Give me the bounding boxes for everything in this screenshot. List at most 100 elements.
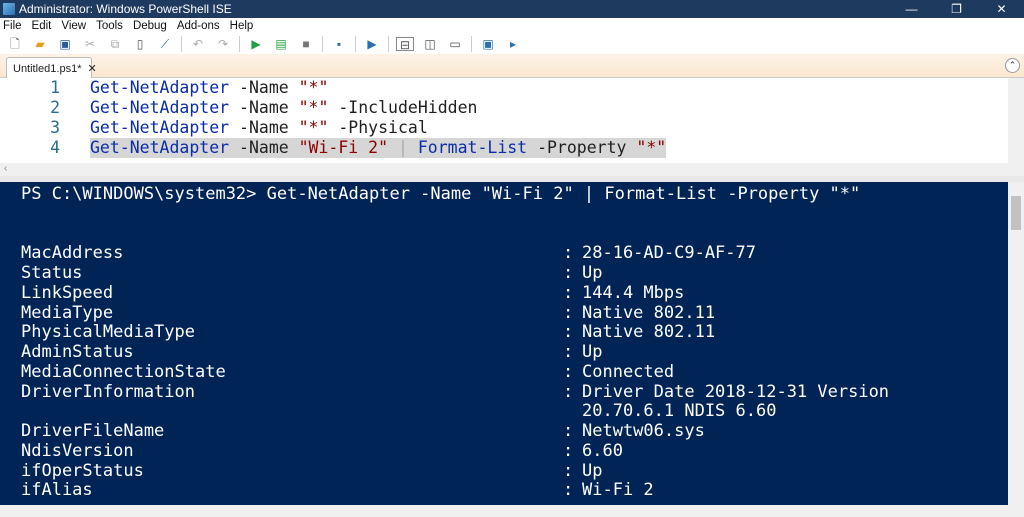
property-name: MacAddress	[21, 243, 124, 264]
separator: :	[563, 440, 574, 461]
toolbar-separator	[471, 36, 472, 52]
string: "*"	[298, 98, 329, 117]
toolbar: 🗋 ▰ ▣ ✂ ⧉ ▯ ⟋ ↶ ↷ ▶ ▤ ■ ▪ ▶ ⊟ ◫ ▭ ▣ ▸	[0, 34, 1024, 54]
minimize-button[interactable]: —	[889, 2, 934, 16]
toolbar-separator	[181, 36, 182, 52]
cut-icon[interactable]: ✂	[81, 37, 99, 51]
output-row: DriverInformation: Driver Date 2018-12-31…	[21, 381, 1008, 403]
menu-tools[interactable]: Tools	[96, 20, 123, 32]
property-value: Up	[582, 342, 603, 362]
show-command-window-icon[interactable]: ▣	[479, 37, 497, 51]
separator: :	[563, 381, 574, 402]
output-row: 20.70.6.1 NDIS 6.60	[21, 401, 1008, 422]
undo-icon[interactable]: ↶	[189, 37, 207, 51]
console-vertical-scrollbar[interactable]	[1008, 182, 1024, 505]
parameter: -Physical	[338, 118, 428, 137]
separator: :	[563, 480, 574, 501]
separator: :	[563, 322, 574, 343]
property-value: 6.60	[582, 440, 623, 461]
string: "*"	[298, 118, 329, 137]
remote-powershell-icon[interactable]: ▪	[330, 37, 348, 51]
property-value: Up	[582, 263, 603, 283]
property-name: ifOperStatus	[21, 460, 144, 481]
redo-icon[interactable]: ↷	[214, 37, 232, 51]
line-number: 2	[50, 98, 60, 117]
property-name: DriverInformation	[21, 381, 195, 402]
show-script-top-icon[interactable]: ⊟	[396, 37, 414, 52]
clear-console-icon[interactable]: ⟋	[156, 37, 174, 51]
property-value: Up	[582, 460, 603, 481]
separator: :	[563, 243, 574, 264]
property-value: 144.4 Mbps	[582, 282, 685, 303]
paste-icon[interactable]: ▯	[131, 37, 149, 51]
property-name	[21, 402, 563, 422]
stop-icon[interactable]: ■	[297, 37, 315, 51]
property-name: LinkSpeed	[21, 282, 114, 303]
output-row: NdisVersion:6.60	[21, 440, 1008, 462]
output-row: MediaConnectionState: Connected	[21, 361, 1008, 383]
line-number: 4	[50, 138, 60, 157]
string: "*"	[298, 78, 329, 97]
show-command-addon-icon[interactable]: ▸	[504, 37, 522, 51]
output-row: PhysicalMediaType: Native 802.11	[21, 322, 1008, 343]
property-value: 20.70.6.1 NDIS 6.60	[582, 401, 777, 422]
property-value: Native 802.11	[582, 322, 716, 343]
maximize-button[interactable]: ❐	[934, 2, 979, 16]
separator: :	[563, 282, 574, 303]
scrollbar-thumb[interactable]	[1011, 196, 1021, 230]
cmdlet: Get-NetAdapter	[90, 78, 230, 97]
property-name: ifAlias	[21, 480, 93, 501]
start-powershell-icon[interactable]: ▶	[363, 37, 381, 51]
output-row: ifOperStatus: Up	[21, 460, 1008, 482]
menu-bar: File Edit View Tools Debug Add-ons Help	[0, 18, 1024, 34]
menu-debug[interactable]: Debug	[133, 20, 167, 32]
editor-horizontal-scrollbar[interactable]: ‹	[0, 163, 1008, 176]
show-script-right-icon[interactable]: ◫	[421, 37, 439, 51]
property-name: Status	[21, 263, 83, 283]
property-name: DriverFileName	[21, 421, 165, 441]
menu-edit[interactable]: Edit	[32, 20, 52, 32]
parameter: -Name	[239, 118, 289, 137]
run-selection-icon[interactable]: ▤	[272, 37, 290, 51]
menu-help[interactable]: Help	[230, 20, 254, 32]
console-horizontal-scrollbar[interactable]	[0, 505, 1024, 517]
console-prompt: PS C:\WINDOWS\system32> Get-NetAdapter -…	[21, 184, 861, 204]
parameter: -Property	[537, 138, 627, 157]
menu-file[interactable]: File	[3, 20, 22, 32]
menu-addons[interactable]: Add-ons	[177, 20, 220, 32]
open-folder-icon[interactable]: ▰	[31, 37, 49, 51]
new-file-icon[interactable]: 🗋	[6, 37, 24, 51]
cmdlet: Get-NetAdapter	[90, 118, 230, 137]
tab-strip: Untitled1.ps1* ✕ ⌃	[0, 54, 1024, 78]
console-pane[interactable]: PS C:\WINDOWS\system32> Get-NetAdapter -…	[0, 182, 1008, 505]
property-value: Wi-Fi 2	[582, 480, 654, 501]
property-value: 28-16-AD-C9-AF-77	[582, 243, 756, 264]
editor-vertical-scrollbar[interactable]	[1008, 78, 1024, 176]
output-row: Status: Up	[21, 263, 1008, 284]
output-row: MediaType: Native 802.11	[21, 302, 1008, 324]
cmdlet: Get-NetAdapter	[90, 138, 230, 157]
parameter: -Name	[239, 138, 289, 157]
parameter: -Name	[239, 78, 289, 97]
copy-icon[interactable]: ⧉	[106, 37, 124, 51]
collapse-script-pane-icon[interactable]: ⌃	[1005, 58, 1020, 73]
close-tab-icon[interactable]: ✕	[88, 63, 97, 75]
line-number: 3	[50, 118, 60, 137]
property-value: Netwtw06.sys	[582, 421, 705, 441]
run-script-icon[interactable]: ▶	[247, 37, 265, 51]
string: "Wi-Fi 2"	[298, 138, 389, 157]
toolbar-separator	[388, 36, 389, 52]
cmdlet: Get-NetAdapter	[90, 98, 230, 117]
editor-line: 1 Get-NetAdapter -Name "*"	[0, 78, 1008, 98]
save-icon[interactable]: ▣	[56, 37, 74, 51]
separator: :	[563, 302, 574, 323]
show-script-maximized-icon[interactable]: ▭	[446, 37, 464, 51]
title-bar: Administrator: Windows PowerShell ISE — …	[0, 0, 1024, 18]
string: "*"	[636, 138, 667, 157]
menu-view[interactable]: View	[61, 20, 86, 32]
separator: :	[563, 342, 574, 362]
close-button[interactable]: ✕	[979, 2, 1024, 16]
tab-untitled1[interactable]: Untitled1.ps1* ✕	[6, 57, 97, 78]
separator: :	[563, 361, 574, 382]
script-editor[interactable]: 1 Get-NetAdapter -Name "*" 2 Get-NetAdapte…	[0, 78, 1008, 163]
